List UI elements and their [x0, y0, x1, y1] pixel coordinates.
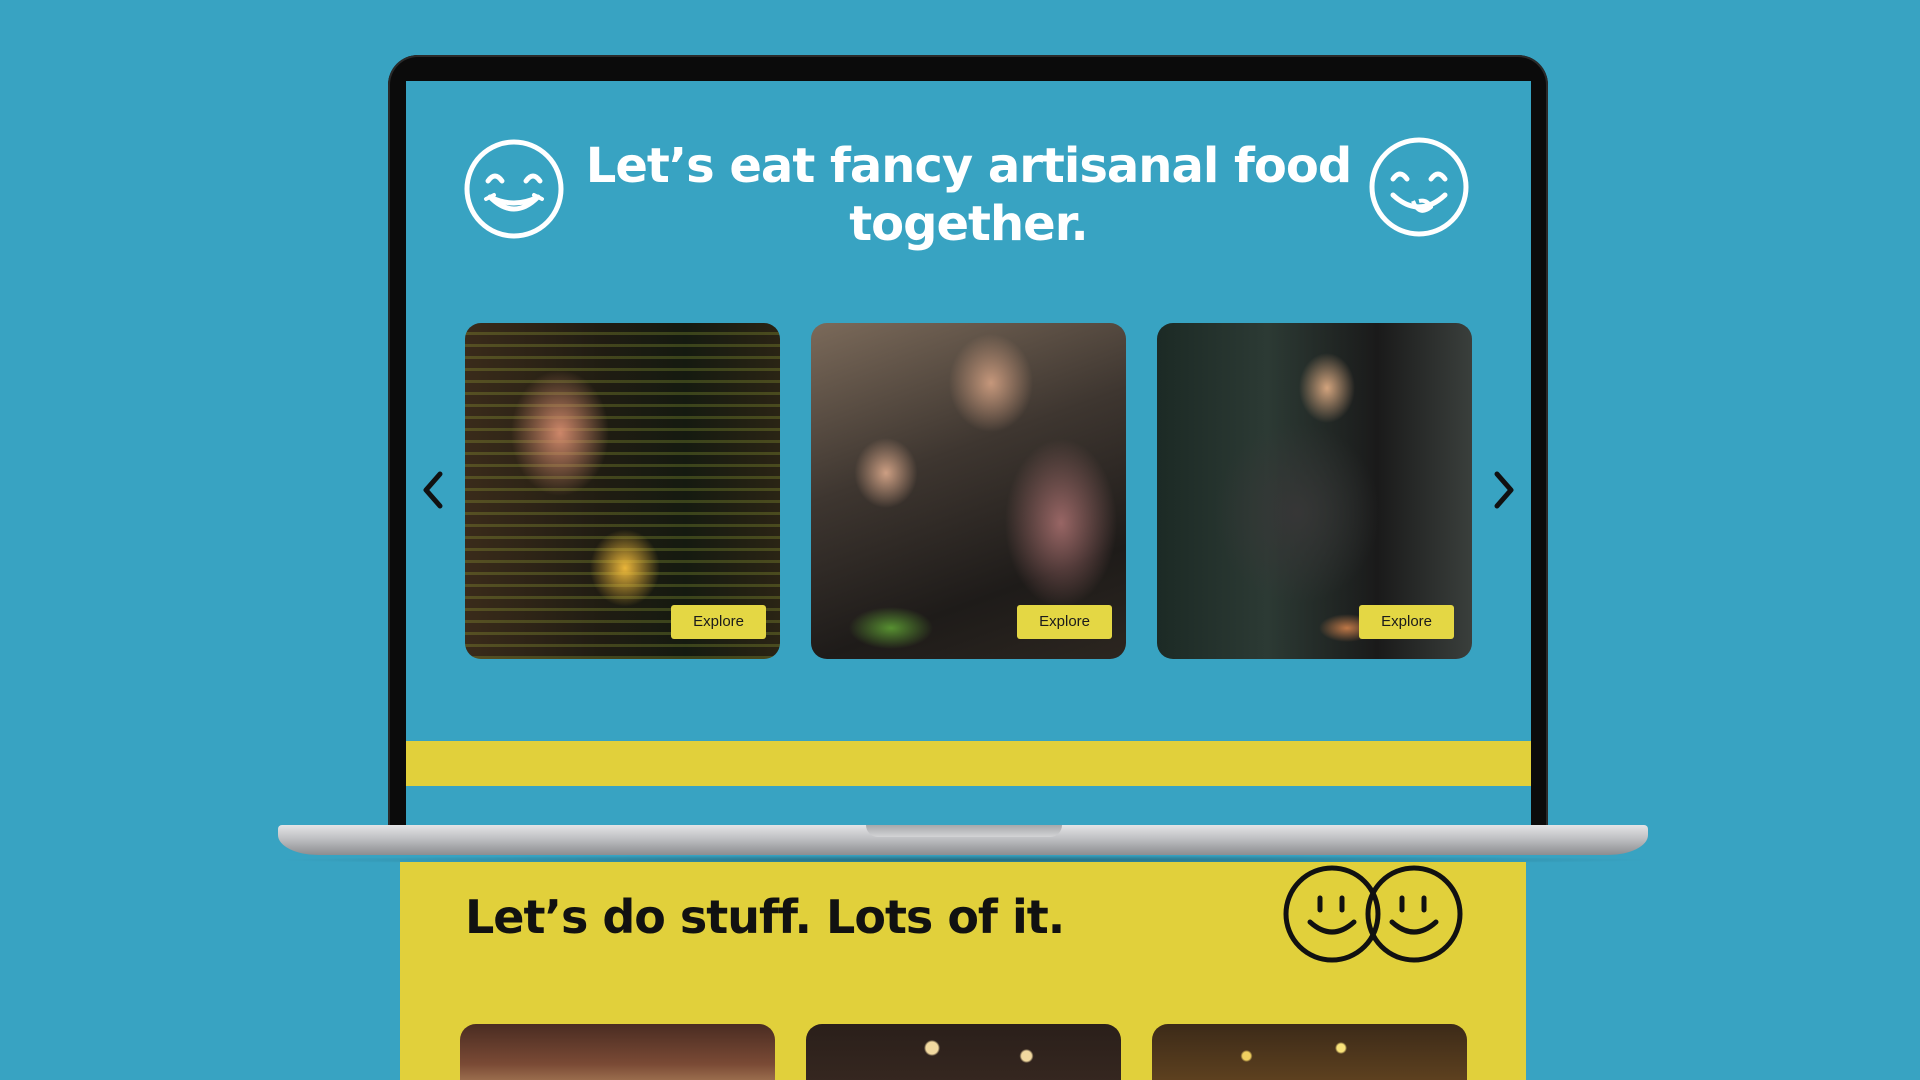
carousel-prev-button[interactable]: [418, 468, 448, 512]
activities-title: Let’s do stuff. Lots of it.: [465, 890, 1065, 944]
explore-button[interactable]: Explore: [1359, 605, 1454, 639]
carousel-card[interactable]: Explore: [811, 323, 1126, 659]
smile-face-icon: [464, 139, 564, 239]
chevron-left-icon: [423, 471, 443, 509]
laptop-notch: [866, 825, 1062, 837]
carousel-card[interactable]: Explore: [1157, 323, 1472, 659]
hero-title: Let’s eat fancy artisanal food together.: [585, 138, 1352, 252]
activities-section: Let’s do stuff. Lots of it.: [400, 862, 1526, 1080]
footer-band: [406, 741, 1531, 786]
explore-button[interactable]: Explore: [671, 605, 766, 639]
double-smiley-icon: [1280, 862, 1472, 966]
website-screen: Let’s eat fancy artisanal food together.…: [406, 81, 1531, 825]
activity-card[interactable]: [806, 1024, 1121, 1080]
activity-card[interactable]: [460, 1024, 775, 1080]
carousel-card[interactable]: Explore: [465, 323, 780, 659]
carousel-next-button[interactable]: [1489, 468, 1519, 512]
chevron-right-icon: [1494, 471, 1514, 509]
activity-card[interactable]: [1152, 1024, 1467, 1080]
yum-face-icon: [1369, 137, 1469, 237]
explore-button[interactable]: Explore: [1017, 605, 1112, 639]
